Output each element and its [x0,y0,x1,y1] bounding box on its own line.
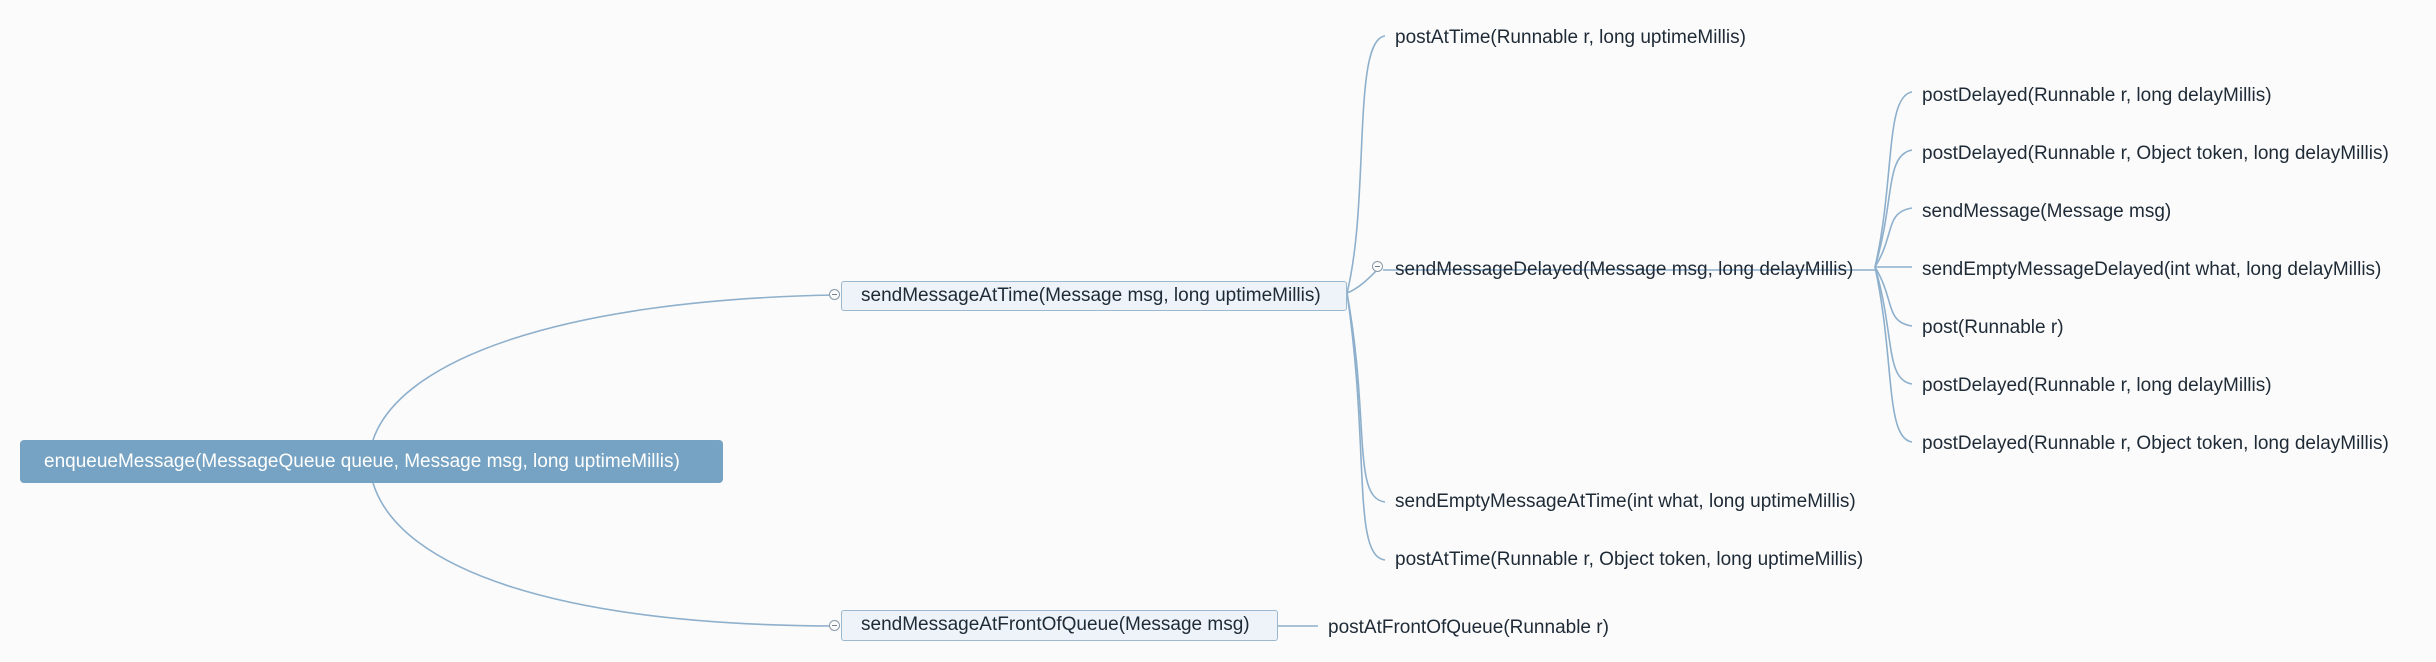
leaf-send-message[interactable]: sendMessage(Message msg) [1922,200,2171,224]
leaf-post-delayed[interactable]: postDelayed(Runnable r, long delayMillis… [1922,374,2272,398]
branch-node-send-message-at-front-of-queue[interactable]: sendMessageAtFrontOfQueue(Message msg) [841,610,1278,641]
edge-root-to-front [372,482,836,627]
collapse-toggle-icon[interactable] [829,289,840,300]
edge-root-to-time [372,294,836,441]
leaf-post-delayed-token[interactable]: postDelayed(Runnable r, Object token, lo… [1922,142,2389,166]
root-node-enqueue-message[interactable]: enqueueMessage(MessageQueue queue, Messa… [20,440,723,483]
mind-map-canvas: enqueueMessage(MessageQueue queue, Messa… [0,0,2436,662]
collapse-toggle-icon[interactable] [829,620,840,631]
leaf-post-at-time-token[interactable]: postAtTime(Runnable r, Object token, lon… [1395,548,1863,572]
leaf-send-empty-message-delayed[interactable]: sendEmptyMessageDelayed(int what, long d… [1922,258,2381,282]
node-send-message-delayed[interactable]: sendMessageDelayed(Message msg, long del… [1395,258,1853,282]
edge-time-to-empty-at-time [1346,292,1386,503]
edge-time-to-post-at-time [1346,35,1386,294]
branch-node-send-message-at-time[interactable]: sendMessageAtTime(Message msg, long upti… [841,281,1347,311]
leaf-post-delayed[interactable]: postDelayed(Runnable r, long delayMillis… [1922,84,2272,108]
edge-time-to-post-at-time-token [1346,292,1386,561]
leaf-send-empty-message-at-time[interactable]: sendEmptyMessageAtTime(int what, long up… [1395,490,1856,514]
leaf-post-delayed-token[interactable]: postDelayed(Runnable r, Object token, lo… [1922,432,2389,456]
leaf-post-at-front-of-queue[interactable]: postAtFrontOfQueue(Runnable r) [1328,616,1609,640]
leaf-post[interactable]: post(Runnable r) [1922,316,2064,340]
edge-delayed-child-7 [1874,266,1913,443]
edge-delayed-child-1 [1874,91,1913,268]
leaf-post-at-time[interactable]: postAtTime(Runnable r, long uptimeMillis… [1395,26,1746,50]
collapse-toggle-icon[interactable] [1372,261,1383,272]
